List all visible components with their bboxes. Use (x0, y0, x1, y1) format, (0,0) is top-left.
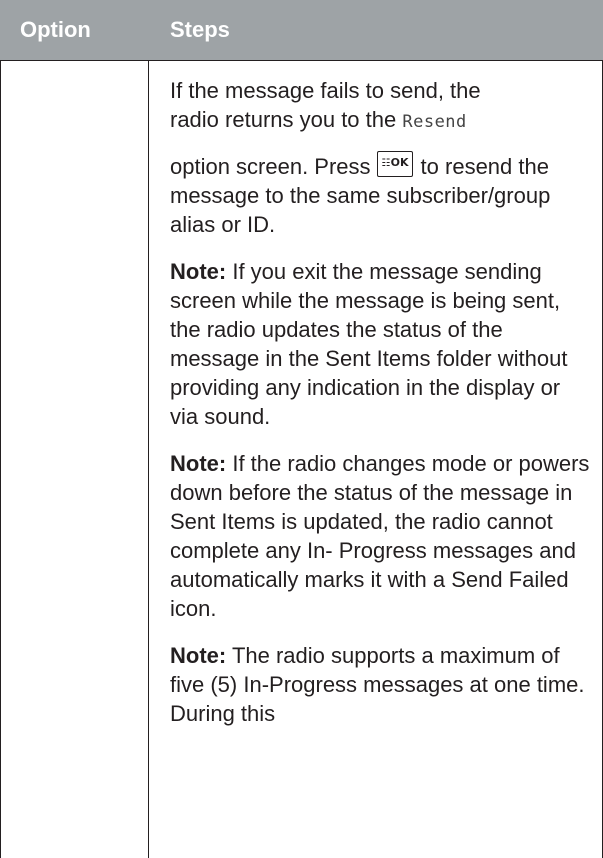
note-text: If the radio changes mode or powers down… (170, 451, 590, 621)
step-text: If the message fails to send, the (170, 78, 481, 103)
steps-cell: If the message fails to send, the radio … (170, 76, 590, 746)
step-paragraph-resend: If the message fails to send, the radio … (170, 76, 590, 137)
note-paragraph: Note: If you exit the message sending sc… (170, 257, 590, 431)
step-text: option screen. Press (170, 154, 371, 179)
header-bottom-rule (0, 60, 603, 61)
menu-ok-key-icon: ☷ OK (376, 151, 413, 177)
note-paragraph: Note: The radio supports a maximum of fi… (170, 641, 590, 728)
table-header-row: Option Steps (0, 0, 603, 60)
header-option: Option (20, 17, 91, 42)
note-label: Note: (170, 259, 227, 284)
note-text: The radio supports a maximum of five (5)… (170, 643, 585, 726)
table-left-border (0, 61, 1, 858)
note-text: If you exit the message sending screen w… (170, 259, 568, 429)
header-steps: Steps (170, 17, 230, 42)
step-paragraph-press-ok: option screen. Press ☷ OK to resend the mes… (170, 151, 590, 239)
note-paragraph: Note: If the radio changes mode or power… (170, 449, 590, 623)
menu-grid-glyph: ☷ (381, 158, 391, 169)
note-label: Note: (170, 451, 227, 476)
resend-ui-text: Resend (402, 112, 467, 132)
ok-key-label: OK (390, 156, 409, 169)
step-text: radio returns you to the (170, 107, 403, 132)
steps-table: Option Steps If the message fails to sen… (0, 0, 603, 858)
note-label: Note: (170, 643, 227, 668)
column-divider (148, 61, 149, 858)
